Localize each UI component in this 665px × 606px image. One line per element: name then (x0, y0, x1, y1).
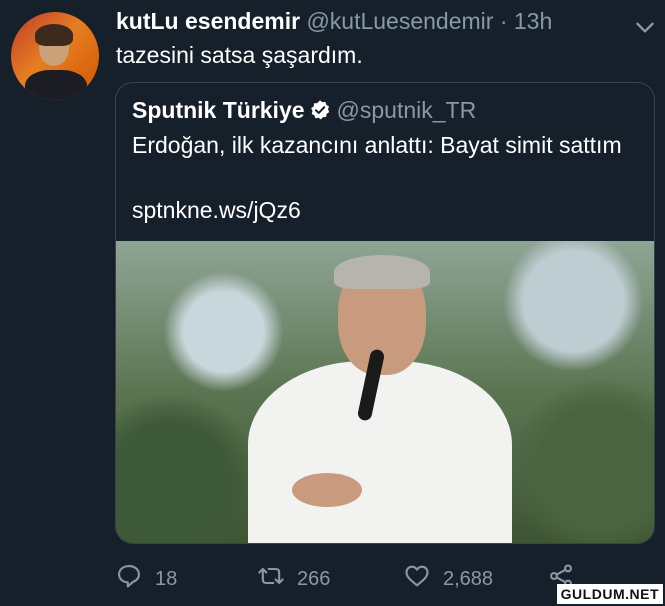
like-count: 2,688 (443, 567, 494, 590)
photo-person-hand (292, 473, 362, 507)
retweet-icon (257, 562, 285, 596)
like-button[interactable]: 2,688 (403, 562, 493, 596)
avatar-shirt (25, 70, 87, 100)
retweet-count: 266 (297, 567, 331, 590)
photo-person-shirt (248, 361, 512, 543)
quoted-tweet-header: Sputnik Türkiye @sputnik_TR (132, 97, 476, 124)
author-handle[interactable]: @kutLuesendemir (306, 8, 493, 34)
watermark: GULDUM.NET (556, 584, 663, 604)
quoted-tweet-photo[interactable] (116, 241, 654, 543)
quoted-author-display-name[interactable]: Sputnik Türkiye (132, 97, 305, 123)
reply-count: 18 (155, 567, 178, 590)
quoted-tweet-text: Erdoğan, ilk kazancını anlattı: Bayat si… (132, 132, 622, 158)
separator-dot: · (499, 8, 508, 34)
chevron-down-icon[interactable] (632, 14, 658, 40)
avatar-hair (35, 24, 73, 46)
reply-icon (115, 562, 143, 596)
quoted-tweet-link[interactable]: sptnkne.ws/jQz6 (132, 197, 301, 224)
avatar[interactable] (11, 12, 99, 100)
reply-button[interactable]: 18 (115, 562, 177, 596)
like-icon (403, 562, 431, 596)
quoted-tweet-card[interactable]: Sputnik Türkiye @sputnik_TR Erdoğan, ilk … (115, 82, 655, 544)
tweet-header: kutLu esendemir @kutLuesendemir · 13h (116, 8, 552, 35)
retweet-button[interactable]: 266 (257, 562, 330, 596)
author-display-name[interactable]: kutLu esendemir (116, 8, 300, 34)
quoted-author-handle[interactable]: @sputnik_TR (337, 97, 477, 123)
tweet-text: tazesini satsa şaşardım. (116, 42, 363, 68)
photo-person-hair (334, 255, 430, 289)
tweet-timestamp[interactable]: 13h (514, 8, 552, 34)
verified-badge-icon (309, 99, 331, 121)
